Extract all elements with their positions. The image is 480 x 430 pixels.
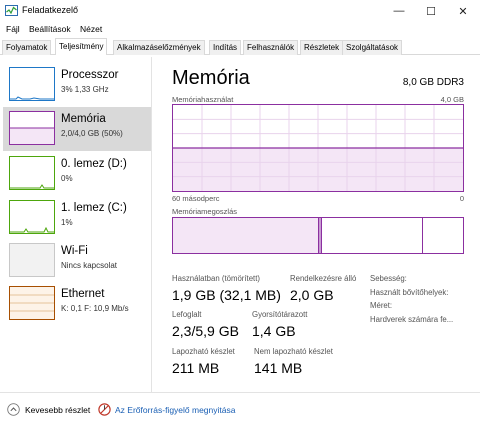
title-bar: Feladatkezelő — ☐ ✕ — [0, 0, 480, 22]
wifi-thumbnail — [9, 243, 55, 277]
sidebar-item-label: Ethernet — [61, 288, 105, 300]
usage-graph-label: Memóriahasználat — [172, 95, 234, 104]
sidebar-item-detail: 0% — [61, 174, 73, 183]
composition-segment — [173, 218, 318, 253]
tab-processes[interactable]: Folyamatok — [2, 40, 52, 55]
in-use-label: Használatban (tömörített) — [172, 274, 260, 283]
cached-label: Gyorsítótárazott — [252, 310, 308, 319]
sidebar-item-label: 1. lemez (C:) — [61, 202, 127, 214]
cpu-sparkline — [10, 96, 54, 100]
memory-detail-panel: Memória 8,0 GB DDR3 Memóriahasználat 4,0… — [153, 57, 480, 392]
sidebar-item-label: Processzor — [61, 69, 119, 81]
tab-details[interactable]: Részletek — [300, 40, 344, 55]
slots-used-label: Használt bővítőhelyek: — [370, 288, 449, 297]
memory-usage-graph — [172, 104, 464, 192]
sidebar-item-label: Wi-Fi — [61, 245, 88, 257]
available-value: 2,0 GB — [290, 287, 334, 303]
chevron-up-icon[interactable] — [7, 403, 20, 416]
sidebar-item-wifi[interactable]: Wi-Fi Nincs kapcsolat — [3, 239, 151, 283]
paged-pool-value: 211 MB — [172, 360, 220, 376]
form-factor-label: Méret: — [370, 301, 393, 310]
tab-performance[interactable]: Teljesítmény — [55, 38, 108, 55]
sidebar-item-detail: 1% — [61, 218, 73, 227]
sidebar-item-label: Memória — [61, 113, 106, 125]
footer: Kevesebb részlet Az Erőforrás-figyelő me… — [0, 392, 480, 430]
nonpaged-pool-value: 141 MB — [254, 360, 303, 376]
composition-segment — [422, 218, 463, 253]
nonpaged-pool-label: Nem lapozható készlet — [254, 347, 333, 356]
cpu-thumbnail — [9, 67, 55, 101]
maximize-button[interactable]: ☐ — [415, 0, 447, 22]
disk-d-thumbnail — [9, 156, 55, 190]
sidebar-item-disk-c[interactable]: 1. lemez (C:) 1% — [3, 196, 151, 240]
in-use-value: 1,9 GB (32,1 MB) — [172, 287, 281, 303]
committed-value: 2,3/5,9 GB — [172, 323, 239, 339]
sidebar-item-detail: K: 0,1 F: 10,9 Mb/s — [61, 304, 129, 313]
speed-label: Sebesség: — [370, 274, 407, 283]
usage-graph-min: 0 — [459, 194, 464, 203]
disk-d-sparkline — [10, 184, 54, 189]
sidebar-item-memory[interactable]: Memória 2,0/4,0 GB (50%) — [3, 107, 151, 151]
composition-label: Memóriamegoszlás — [172, 207, 238, 216]
sidebar-item-ethernet[interactable]: Ethernet K: 0,1 F: 10,9 Mb/s — [3, 282, 151, 326]
minimize-button[interactable]: — — [383, 0, 415, 22]
fewer-details-link[interactable]: Kevesebb részlet — [25, 405, 90, 415]
memory-spec: 8,0 GB DDR3 — [402, 77, 464, 88]
sidebar-item-detail: 2,0/4,0 GB (50%) — [61, 129, 123, 138]
usage-graph-time: 60 másodperc — [172, 194, 220, 203]
ethernet-sparkline — [10, 294, 54, 312]
resource-monitor-icon — [98, 403, 111, 416]
disk-c-thumbnail — [9, 200, 55, 234]
memory-thumbnail — [9, 111, 55, 145]
disk-c-sparkline — [10, 226, 54, 233]
memory-usage-chart — [173, 105, 463, 191]
tab-services[interactable]: Szolgáltatások — [342, 40, 403, 55]
sidebar-item-disk-d[interactable]: 0. lemez (D:) 0% — [3, 152, 151, 196]
tab-users[interactable]: Felhasználók — [243, 40, 299, 55]
menu-file[interactable]: Fájl — [6, 24, 20, 34]
memory-sparkline — [10, 127, 54, 144]
window-title: Feladatkezelő — [22, 5, 79, 15]
composition-segment — [320, 218, 423, 253]
memory-composition-bar — [172, 217, 464, 254]
tab-startup[interactable]: Indítás — [209, 40, 242, 55]
usage-graph-max: 4,0 GB — [440, 95, 464, 104]
sidebar-item-detail: Nincs kapcsolat — [61, 261, 118, 270]
cached-value: 1,4 GB — [252, 323, 296, 339]
sidebar-item-cpu[interactable]: Processzor 3% 1,33 GHz — [3, 63, 151, 107]
paged-pool-label: Lapozható készlet — [172, 347, 235, 356]
committed-label: Lefoglalt — [172, 310, 202, 319]
available-label: Rendelkezésre álló — [290, 274, 357, 283]
ethernet-thumbnail — [9, 286, 55, 320]
resource-sidebar: Processzor 3% 1,33 GHz Memória 2,0/4,0 G… — [0, 57, 152, 392]
menu-options[interactable]: Beállítások — [29, 24, 71, 34]
menu-view[interactable]: Nézet — [80, 24, 102, 34]
page-title: Memória — [172, 67, 250, 89]
hardware-reserved-label: Hardverek számára fe... — [370, 315, 454, 324]
sidebar-item-label: 0. lemez (D:) — [61, 158, 127, 170]
open-resource-monitor-link[interactable]: Az Erőforrás-figyelő megnyitása — [115, 405, 235, 415]
tab-bar: Folyamatok Teljesítmény Alkalmazáselőzmé… — [0, 38, 480, 55]
menu-bar: Fájl Beállítások Nézet — [0, 22, 480, 38]
tab-app-history[interactable]: Alkalmazáselőzmények — [113, 40, 205, 55]
sidebar-item-detail: 3% 1,33 GHz — [61, 85, 109, 94]
close-button[interactable]: ✕ — [447, 0, 479, 22]
task-manager-icon — [5, 5, 18, 16]
